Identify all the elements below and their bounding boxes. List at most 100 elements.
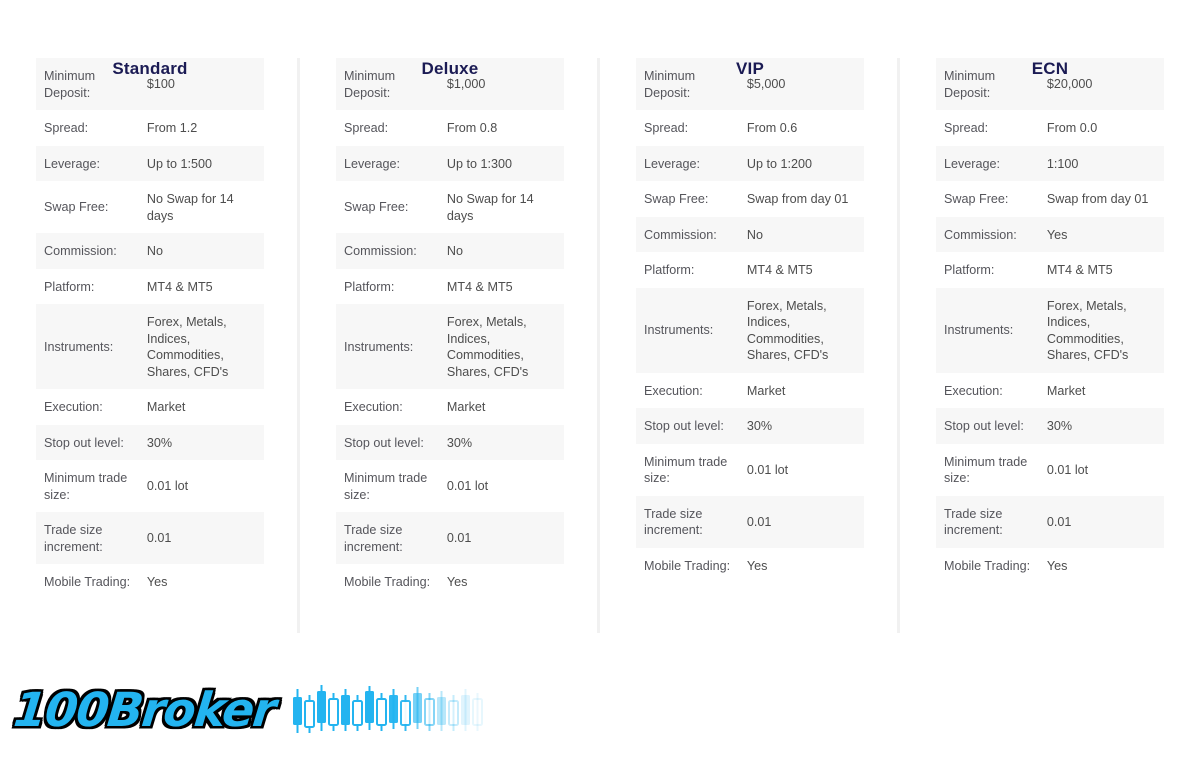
spec-row: Platform: MT4 & MT5 bbox=[336, 268, 564, 305]
spec-label: Spread: bbox=[936, 110, 1041, 146]
spec-label: Execution: bbox=[936, 372, 1041, 409]
spec-value: Yes bbox=[1040, 547, 1164, 583]
spec-value: From 1.2 bbox=[140, 110, 264, 146]
spec-value: From 0.6 bbox=[740, 110, 864, 146]
spec-value: No bbox=[740, 216, 864, 253]
plan-title: VIP bbox=[735, 59, 764, 78]
spec-label: Commission: bbox=[636, 216, 741, 253]
spec-value: 0.01 bbox=[740, 495, 864, 548]
spec-label: Minimum trade size: bbox=[36, 460, 141, 513]
spec-row: Platform: MT4 & MT5 bbox=[36, 268, 264, 305]
spec-label: Mobile Trading: bbox=[936, 547, 1041, 583]
spec-value: Market bbox=[740, 372, 864, 409]
spec-label: Trade size increment: bbox=[36, 512, 141, 565]
spec-label: Execution: bbox=[36, 389, 141, 425]
spec-row: Minimum trade size: 0.01 lot bbox=[936, 443, 1164, 496]
plan-column-vip: VIP Minimum Deposit: $5,000 Spread: From 0.6… bbox=[597, 0, 900, 633]
spec-label: Minimum trade size: bbox=[636, 443, 741, 496]
spec-value: Swap from day 01 bbox=[740, 181, 864, 217]
spec-label: Commission: bbox=[336, 233, 441, 269]
spec-value: From 0.0 bbox=[1040, 110, 1164, 146]
spec-value: 0.01 bbox=[140, 512, 264, 565]
spec-label: Leverage: bbox=[936, 145, 1041, 182]
spec-label: Stop out level: bbox=[336, 424, 441, 461]
spec-label: Platform: bbox=[336, 268, 441, 305]
site-logo[interactable]: 100Broker bbox=[10, 676, 491, 746]
spec-row: Instruments: Forex, Metals, Indices, Comm… bbox=[336, 304, 564, 390]
spec-row: Spread: From 0.6 bbox=[636, 110, 864, 146]
spec-row: Leverage: 1:100 bbox=[936, 145, 1164, 182]
spec-value: From 0.8 bbox=[440, 110, 564, 146]
spec-label: Commission: bbox=[936, 216, 1041, 253]
spec-row: Swap Free: No Swap for 14 days bbox=[36, 181, 264, 234]
spec-value: 30% bbox=[740, 408, 864, 444]
spec-label: Leverage: bbox=[636, 145, 741, 182]
spec-value: Up to 1:300 bbox=[440, 145, 564, 182]
spec-row: Commission: No bbox=[36, 233, 264, 269]
spec-label: Trade size increment: bbox=[636, 495, 741, 548]
spec-value: Up to 1:500 bbox=[140, 145, 264, 182]
spec-label: Leverage: bbox=[336, 145, 441, 182]
spec-label: Execution: bbox=[336, 389, 441, 425]
spec-value: Yes bbox=[740, 547, 864, 583]
spec-row: Execution: Market bbox=[336, 389, 564, 425]
spec-row: Trade size increment: 0.01 bbox=[336, 512, 564, 565]
logo-wordmark: 100Broker bbox=[10, 682, 279, 740]
spec-row: Trade size increment: 0.01 bbox=[936, 495, 1164, 548]
spec-value: Forex, Metals, Indices, Commodities, Sha… bbox=[740, 287, 864, 373]
spec-row: Swap Free: Swap from day 01 bbox=[636, 181, 864, 217]
spec-row: Commission: Yes bbox=[936, 216, 1164, 253]
spec-label: Minimum Deposit: bbox=[636, 58, 741, 111]
spec-row: Stop out level: 30% bbox=[336, 424, 564, 461]
spec-row: Stop out level: 30% bbox=[636, 408, 864, 444]
plan-column-ecn: ECN Minimum Deposit: $20,000 Spread: From 0.… bbox=[897, 0, 1200, 633]
spec-label: Spread: bbox=[336, 110, 441, 146]
spec-value: MT4 & MT5 bbox=[740, 252, 864, 288]
spec-label: Swap Free: bbox=[936, 181, 1041, 217]
spec-row: Spread: From 1.2 bbox=[36, 110, 264, 146]
spec-row: Minimum trade size: 0.01 lot bbox=[36, 460, 264, 513]
spec-value: MT4 & MT5 bbox=[1040, 252, 1164, 288]
spec-value: MT4 & MT5 bbox=[440, 268, 564, 305]
spec-value: 0.01 bbox=[1040, 495, 1164, 548]
spec-row: Mobile Trading: Yes bbox=[636, 547, 864, 583]
spec-label: Instruments: bbox=[36, 304, 141, 390]
spec-value: 30% bbox=[440, 424, 564, 461]
spec-row: Platform: MT4 & MT5 bbox=[636, 252, 864, 288]
spec-row: Mobile Trading: Yes bbox=[936, 547, 1164, 583]
spec-label: Spread: bbox=[36, 110, 141, 146]
account-types-comparison-page: Standard Minimum Deposit: $100 Spread: From … bbox=[0, 0, 1200, 776]
logo-text: 100Broker bbox=[10, 682, 279, 740]
spec-row: Leverage: Up to 1:200 bbox=[636, 145, 864, 182]
spec-row: Spread: From 0.8 bbox=[336, 110, 564, 146]
spec-label: Mobile Trading: bbox=[336, 564, 441, 600]
spec-label: Swap Free: bbox=[336, 181, 441, 234]
spec-value: 0.01 bbox=[440, 512, 564, 565]
spec-value: Forex, Metals, Indices, Commodities, Sha… bbox=[1040, 287, 1164, 373]
spec-value: 1:100 bbox=[1040, 145, 1164, 182]
spec-label: Instruments: bbox=[336, 304, 441, 390]
spec-label: Mobile Trading: bbox=[636, 547, 741, 583]
spec-value: 0.01 lot bbox=[440, 460, 564, 513]
candlestick-chart-icon bbox=[292, 685, 483, 733]
spec-row: Minimum trade size: 0.01 lot bbox=[636, 443, 864, 496]
spec-label: Stop out level: bbox=[936, 408, 1041, 444]
plan-column-standard: Standard Minimum Deposit: $100 Spread: From … bbox=[0, 0, 300, 600]
spec-value: No bbox=[140, 233, 264, 269]
spec-label: Trade size increment: bbox=[936, 495, 1041, 548]
plan-title: Standard bbox=[112, 59, 188, 78]
spec-row: Commission: No bbox=[636, 216, 864, 253]
spec-label: Swap Free: bbox=[636, 181, 741, 217]
spec-row: Stop out level: 30% bbox=[36, 424, 264, 461]
spec-value: Yes bbox=[140, 564, 264, 600]
spec-value: 0.01 lot bbox=[140, 460, 264, 513]
spec-value: No bbox=[440, 233, 564, 269]
spec-row: Swap Free: No Swap for 14 days bbox=[336, 181, 564, 234]
plan-comparison-table: Standard Minimum Deposit: $100 Spread: From … bbox=[0, 0, 1200, 660]
spec-table: Minimum Deposit: $20,000 Spread: From 0.0 Le… bbox=[936, 58, 1164, 583]
spec-value: 30% bbox=[1040, 408, 1164, 444]
spec-label: Swap Free: bbox=[36, 181, 141, 234]
spec-label: Platform: bbox=[36, 268, 141, 305]
spec-row: Mobile Trading: Yes bbox=[36, 564, 264, 600]
spec-row: Execution: Market bbox=[936, 372, 1164, 409]
